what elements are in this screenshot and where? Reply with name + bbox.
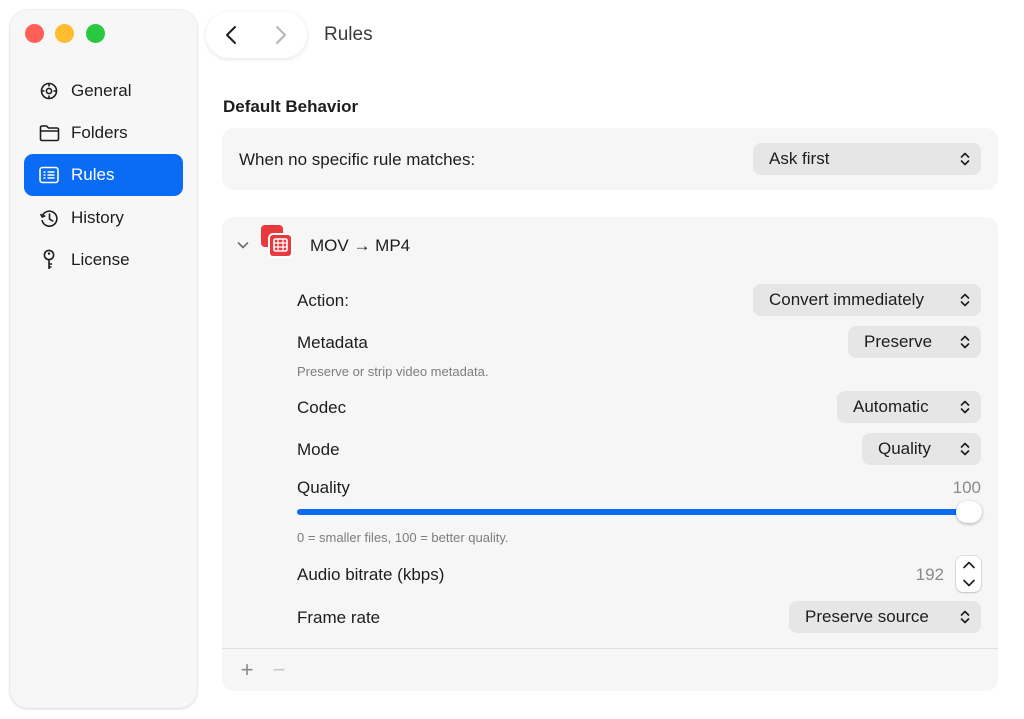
quality-value: 100 [952, 478, 981, 497]
codec-popup[interactable]: Automatic [837, 391, 981, 423]
back-button[interactable] [206, 12, 256, 58]
gear-icon [38, 80, 60, 102]
up-down-chevron-icon [960, 400, 970, 414]
mode-label: Mode [297, 440, 340, 459]
popup-value: Convert immediately [769, 290, 924, 309]
zoom-window-button[interactable] [86, 24, 105, 43]
add-rule-button[interactable]: + [235, 657, 259, 682]
up-down-chevron-icon [960, 293, 970, 307]
up-down-chevron-icon [960, 610, 970, 624]
sidebar-item-label: History [71, 208, 124, 227]
remove-rule-button[interactable]: − [267, 657, 291, 682]
disclosure-chevron-icon[interactable] [236, 238, 250, 252]
metadata-popup[interactable]: Preserve [848, 326, 981, 358]
sidebar-item-folders[interactable]: Folders [24, 112, 183, 154]
minimize-window-button[interactable] [55, 24, 74, 43]
sidebar-item-license[interactable]: License [24, 239, 183, 281]
popup-value: Quality [878, 439, 931, 458]
sidebar-item-rules[interactable]: Rules [24, 154, 183, 196]
close-window-button[interactable] [25, 24, 44, 43]
sidebar-item-general[interactable]: General [24, 70, 183, 112]
video-convert-icon [261, 225, 293, 259]
chevron-up-icon [962, 561, 975, 569]
quality-hint: 0 = smaller files, 100 = better quality. [297, 530, 509, 545]
sidebar-item-label: License [71, 250, 130, 269]
up-down-chevron-icon [960, 152, 970, 166]
popup-value: Preserve source [805, 607, 929, 626]
chevron-down-icon [962, 579, 975, 587]
sidebar-item-label: Folders [71, 123, 128, 142]
mode-popup[interactable]: Quality [862, 433, 981, 465]
section-title-default-behavior: Default Behavior [223, 97, 359, 116]
frame-rate-label: Frame rate [297, 608, 381, 627]
sidebar-item-history[interactable]: History [24, 197, 183, 239]
popup-value: Ask first [769, 149, 830, 168]
frame-rate-popup[interactable]: Preserve source [789, 601, 981, 633]
key-icon [38, 249, 60, 271]
popup-value: Preserve [864, 332, 933, 351]
default-behavior-popup[interactable]: Ask first [753, 143, 981, 175]
navigation-controls [206, 12, 307, 58]
settings-window: General Folders Rules History License Ru… [0, 0, 1024, 719]
clock-history-icon [38, 207, 60, 229]
page-title: Rules [324, 24, 373, 45]
up-down-chevron-icon [960, 442, 970, 456]
audio-bitrate-label: Audio bitrate (kbps) [297, 565, 445, 584]
action-label: Action: [297, 291, 349, 310]
card-footer-divider [222, 648, 998, 649]
stepper-decrement-button[interactable] [956, 574, 981, 592]
popup-value: Automatic [853, 397, 929, 416]
quality-slider-track[interactable] [297, 509, 981, 515]
sidebar-item-label: General [71, 81, 132, 100]
quality-label: Quality [297, 478, 350, 497]
stepper-increment-button[interactable] [956, 556, 981, 574]
list-icon [38, 164, 60, 186]
sidebar-item-label: Rules [71, 165, 115, 184]
up-down-chevron-icon [960, 335, 970, 349]
chevron-left-icon [226, 26, 236, 44]
folder-icon [38, 122, 60, 144]
default-behavior-label: When no specific rule matches: [239, 150, 476, 169]
metadata-label: Metadata [297, 333, 368, 352]
rule-name: MOV → MP4 [310, 236, 411, 255]
chevron-right-icon [276, 26, 286, 44]
quality-slider-thumb[interactable] [956, 501, 982, 523]
audio-bitrate-stepper [956, 556, 981, 592]
action-popup[interactable]: Convert immediately [753, 284, 981, 316]
forward-button[interactable] [256, 12, 306, 58]
metadata-hint: Preserve or strip video metadata. [297, 364, 489, 379]
audio-bitrate-value[interactable]: 192 [884, 565, 944, 585]
codec-label: Codec [297, 398, 347, 417]
